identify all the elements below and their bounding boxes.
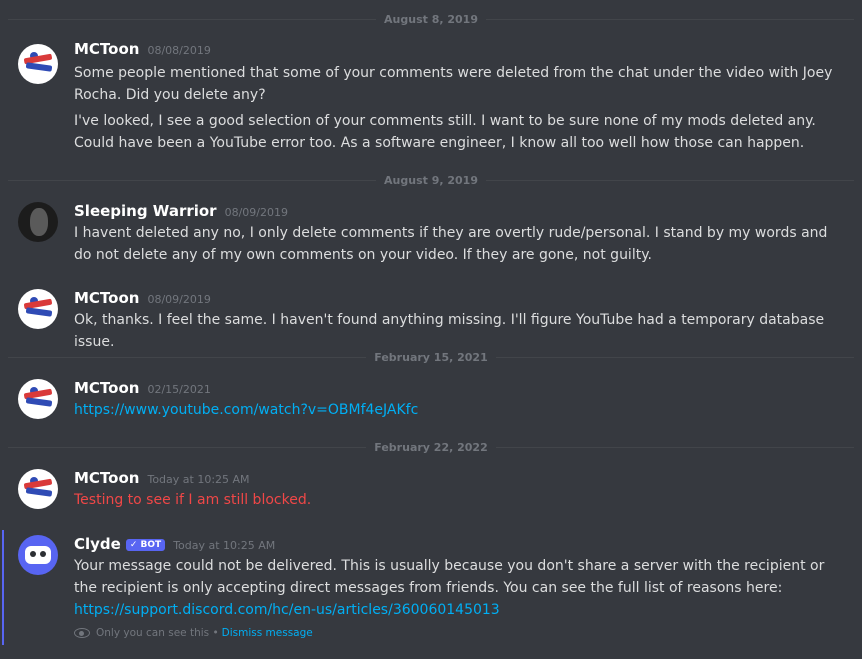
date-divider-label: February 22, 2022 — [366, 440, 496, 454]
ephemeral-note: Only you can see this • Dismiss message — [74, 627, 313, 639]
bot-badge: ✓ BOT — [125, 539, 166, 551]
message-timestamp: Today at 10:25 AM — [173, 539, 276, 552]
author-name[interactable]: MCToon — [74, 469, 139, 487]
message-text: Some people mentioned that some of your … — [74, 65, 833, 103]
message-link[interactable]: https://support.discord.com/hc/en-us/art… — [74, 599, 842, 621]
author-name[interactable]: Clyde — [74, 535, 121, 553]
ephemeral-accent-bar — [2, 530, 4, 645]
date-divider: February 15, 2021 — [8, 350, 854, 364]
clyde-avatar[interactable] — [18, 535, 58, 575]
dismiss-message-link[interactable]: Dismiss message — [222, 627, 313, 639]
message-timestamp: 02/15/2021 — [147, 383, 211, 396]
eye-icon — [74, 628, 90, 638]
avatar[interactable] — [18, 379, 58, 419]
message-timestamp: Today at 10:25 AM — [147, 473, 250, 486]
message-text: Your message could not be delivered. Thi… — [74, 558, 825, 596]
date-divider: August 9, 2019 — [8, 173, 854, 187]
author-name[interactable]: MCToon — [74, 40, 139, 58]
avatar[interactable] — [18, 469, 58, 509]
avatar[interactable] — [18, 202, 58, 242]
date-divider: February 22, 2022 — [8, 440, 854, 454]
date-divider-label: August 8, 2019 — [376, 12, 486, 26]
message-text: I havent deleted any no, I only delete c… — [74, 225, 828, 263]
ephemeral-note-text: Only you can see this • — [96, 627, 219, 639]
message-text: I've looked, I see a good selection of y… — [74, 113, 816, 151]
author-name[interactable]: MCToon — [74, 289, 139, 307]
date-divider-label: August 9, 2019 — [376, 173, 486, 187]
avatar[interactable] — [18, 289, 58, 329]
message-link[interactable]: https://www.youtube.com/watch?v=OBMf4eJA… — [74, 399, 842, 421]
message-timestamp: 08/08/2019 — [147, 44, 211, 57]
date-divider-label: February 15, 2021 — [366, 350, 496, 364]
failed-message-text: Testing to see if I am still blocked. — [74, 492, 312, 508]
author-name[interactable]: MCToon — [74, 379, 139, 397]
date-divider: August 8, 2019 — [8, 12, 854, 26]
robot-icon — [25, 546, 51, 564]
author-name[interactable]: Sleeping Warrior — [74, 202, 217, 220]
message-timestamp: 08/09/2019 — [147, 293, 211, 306]
message-timestamp: 08/09/2019 — [224, 206, 288, 219]
avatar[interactable] — [18, 44, 58, 84]
message-text: Ok, thanks. I feel the same. I haven't f… — [74, 312, 825, 350]
